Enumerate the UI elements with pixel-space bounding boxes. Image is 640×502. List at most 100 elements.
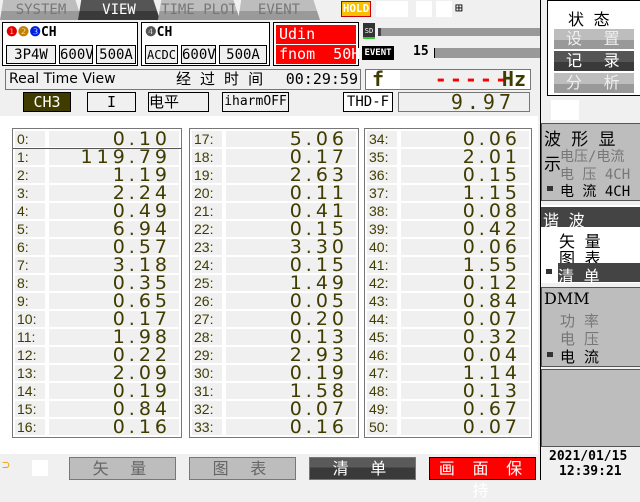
harmonic-row: 41: 1.55 bbox=[367, 256, 529, 275]
harmonic-order: 0: bbox=[15, 131, 45, 147]
harmonic-order: 22: bbox=[192, 221, 222, 237]
level-selector[interactable]: 电平 bbox=[148, 92, 209, 112]
ch4-badge: ❹CH bbox=[145, 25, 173, 40]
wiring-box[interactable]: 3P4W bbox=[6, 45, 56, 64]
list-button[interactable]: 清 单 bbox=[309, 457, 416, 480]
status-bar: Real Time View 经 过 时 间 00:29:59 bbox=[5, 69, 361, 90]
menu-voltage-current[interactable]: 电压/电流 bbox=[560, 146, 624, 166]
voltage-range-box[interactable]: 600V bbox=[181, 45, 216, 64]
harmonic-row: 44: 0.07 bbox=[367, 310, 529, 329]
harmonic-row: 50: 0.07 bbox=[367, 418, 529, 437]
harmonic-order: 6: bbox=[15, 239, 45, 255]
harmonic-row: 4: 0.49 bbox=[15, 202, 179, 221]
ch123-panel: ❶❷❸CH 3P4W 600V 500A bbox=[2, 22, 138, 66]
harmonic-row: 45: 0.32 bbox=[367, 328, 529, 347]
harmonic-row: 0: 0.10 bbox=[15, 130, 179, 149]
harmonic-order: 8: bbox=[15, 275, 45, 291]
harmonic-value: 3.30 bbox=[226, 238, 356, 257]
menu-record[interactable]: 记 录 bbox=[554, 51, 634, 71]
quantity-selector[interactable]: I bbox=[87, 92, 136, 112]
harmonic-order: 7: bbox=[15, 257, 45, 273]
harmonic-value: 0.04 bbox=[401, 346, 529, 365]
harmonic-order: 40: bbox=[367, 239, 397, 255]
tab-view[interactable]: VIEW bbox=[78, 0, 160, 20]
harmonic-order: 34: bbox=[367, 131, 397, 147]
harmonic-value: 1.55 bbox=[401, 256, 529, 275]
thd-value: 9.97 bbox=[398, 92, 530, 112]
tab-system[interactable]: SYSTEM bbox=[0, 0, 82, 20]
event-count: 15 bbox=[413, 44, 429, 59]
menu-current-4ch[interactable]: 电 流 4CH bbox=[560, 181, 630, 201]
harmonic-column: 34: 0.06 35: 2.01 36: 0.15 37: 1.15 38: 0.08 39: 0.… bbox=[364, 128, 532, 438]
harmonic-order: 23: bbox=[192, 239, 222, 255]
harmonic-value: 0.19 bbox=[226, 364, 356, 383]
harmonic-row: 25: 1.49 bbox=[192, 274, 356, 293]
menu-analyze[interactable]: 分 析 bbox=[554, 73, 634, 93]
coupling-box[interactable]: ACDC bbox=[145, 45, 178, 64]
harmonic-value: 3.18 bbox=[49, 256, 179, 275]
harmonic-row: 2: 1.19 bbox=[15, 166, 179, 185]
harmonic-order: 33: bbox=[192, 419, 222, 435]
harmonic-column: 17: 5.06 18: 0.17 19: 2.63 20: 0.11 21: 0.41 22: 0.… bbox=[189, 128, 359, 438]
vector-button[interactable]: 矢 量 bbox=[69, 457, 176, 480]
voltage-range-box[interactable]: 600V bbox=[59, 45, 94, 64]
harmonic-row: 11: 1.98 bbox=[15, 328, 179, 347]
harmonic-value: 2.01 bbox=[401, 148, 529, 167]
harmonic-row: 34: 0.06 bbox=[367, 130, 529, 149]
harmonic-order: 19: bbox=[192, 167, 222, 183]
graph-button[interactable]: 图 表 bbox=[189, 457, 296, 480]
harmonic-row: 12: 0.22 bbox=[15, 346, 179, 365]
harmonic-row: 27: 0.20 bbox=[192, 310, 356, 329]
ch-label: CH bbox=[40, 25, 57, 40]
tab-event[interactable]: EVENT bbox=[238, 0, 320, 20]
iharm-selector[interactable]: iharmOFF bbox=[222, 92, 289, 112]
harmonic-value: 0.17 bbox=[226, 148, 356, 167]
harmonic-value: 0.08 bbox=[401, 202, 529, 221]
harmonic-order: 26: bbox=[192, 293, 222, 309]
dmm-title: DMM bbox=[544, 289, 590, 308]
harmonic-value: 1.49 bbox=[226, 274, 356, 293]
harmonic-value: 2.63 bbox=[226, 166, 356, 185]
harmonic-order: 48: bbox=[367, 383, 397, 399]
harmonic-value: 1.14 bbox=[401, 364, 529, 383]
harmonic-order: 46: bbox=[367, 347, 397, 363]
menu-list[interactable]: 清 单 bbox=[558, 263, 640, 286]
harmonic-value: 1.58 bbox=[226, 382, 356, 401]
harmonic-title: 谐 波 bbox=[541, 207, 640, 230]
channel-selector[interactable]: CH3 bbox=[23, 92, 71, 112]
harmonic-order: 49: bbox=[367, 401, 397, 417]
menu-current[interactable]: 电 流 bbox=[560, 346, 599, 367]
harmonic-value: 0.15 bbox=[401, 166, 529, 185]
harmonic-value: 1.19 bbox=[49, 166, 179, 185]
harmonic-row: 24: 0.15 bbox=[192, 256, 356, 275]
harmonic-row: 17: 5.06 bbox=[192, 130, 356, 149]
tab-time-plot[interactable]: TIME PLOT bbox=[158, 0, 240, 20]
harmonic-order: 43: bbox=[367, 293, 397, 309]
sd-card-icon: SD bbox=[363, 23, 375, 39]
harmonic-value: 0.06 bbox=[401, 238, 529, 257]
blank-indicator bbox=[376, 1, 408, 17]
harmonic-value: 0.12 bbox=[401, 274, 529, 293]
current-range-box[interactable]: 500A bbox=[96, 45, 136, 64]
status-menu: 状 态 设 置 记 录 分 析 bbox=[547, 0, 640, 96]
harmonic-order: 13: bbox=[15, 365, 45, 381]
harmonic-order: 16: bbox=[15, 419, 45, 435]
screen-hold-button[interactable]: 画 面 保 持 bbox=[429, 457, 536, 500]
harmonic-value: 0.11 bbox=[226, 184, 356, 203]
menu-setup[interactable]: 设 置 bbox=[554, 29, 634, 49]
harmonic-order: 41: bbox=[367, 257, 397, 273]
harmonic-order: 45: bbox=[367, 329, 397, 345]
empty-menu bbox=[541, 369, 640, 447]
harmonic-value: 0.07 bbox=[226, 400, 356, 419]
current-range-box[interactable]: 500A bbox=[219, 45, 267, 64]
harmonic-value: 2.09 bbox=[49, 364, 179, 383]
harmonic-row: 26: 0.05 bbox=[192, 292, 356, 311]
blank-indicator bbox=[32, 460, 48, 476]
harmonic-value: 0.16 bbox=[49, 418, 179, 437]
harmonic-row: 9: 0.65 bbox=[15, 292, 179, 311]
harmonic-row: 22: 0.15 bbox=[192, 220, 356, 239]
harmonic-value: 0.84 bbox=[401, 292, 529, 311]
harmonic-menu: 谐 波 矢 量 图 表 清 单 bbox=[541, 205, 640, 286]
harmonic-order: 25: bbox=[192, 275, 222, 291]
harmonic-row: 18: 0.17 bbox=[192, 148, 356, 167]
